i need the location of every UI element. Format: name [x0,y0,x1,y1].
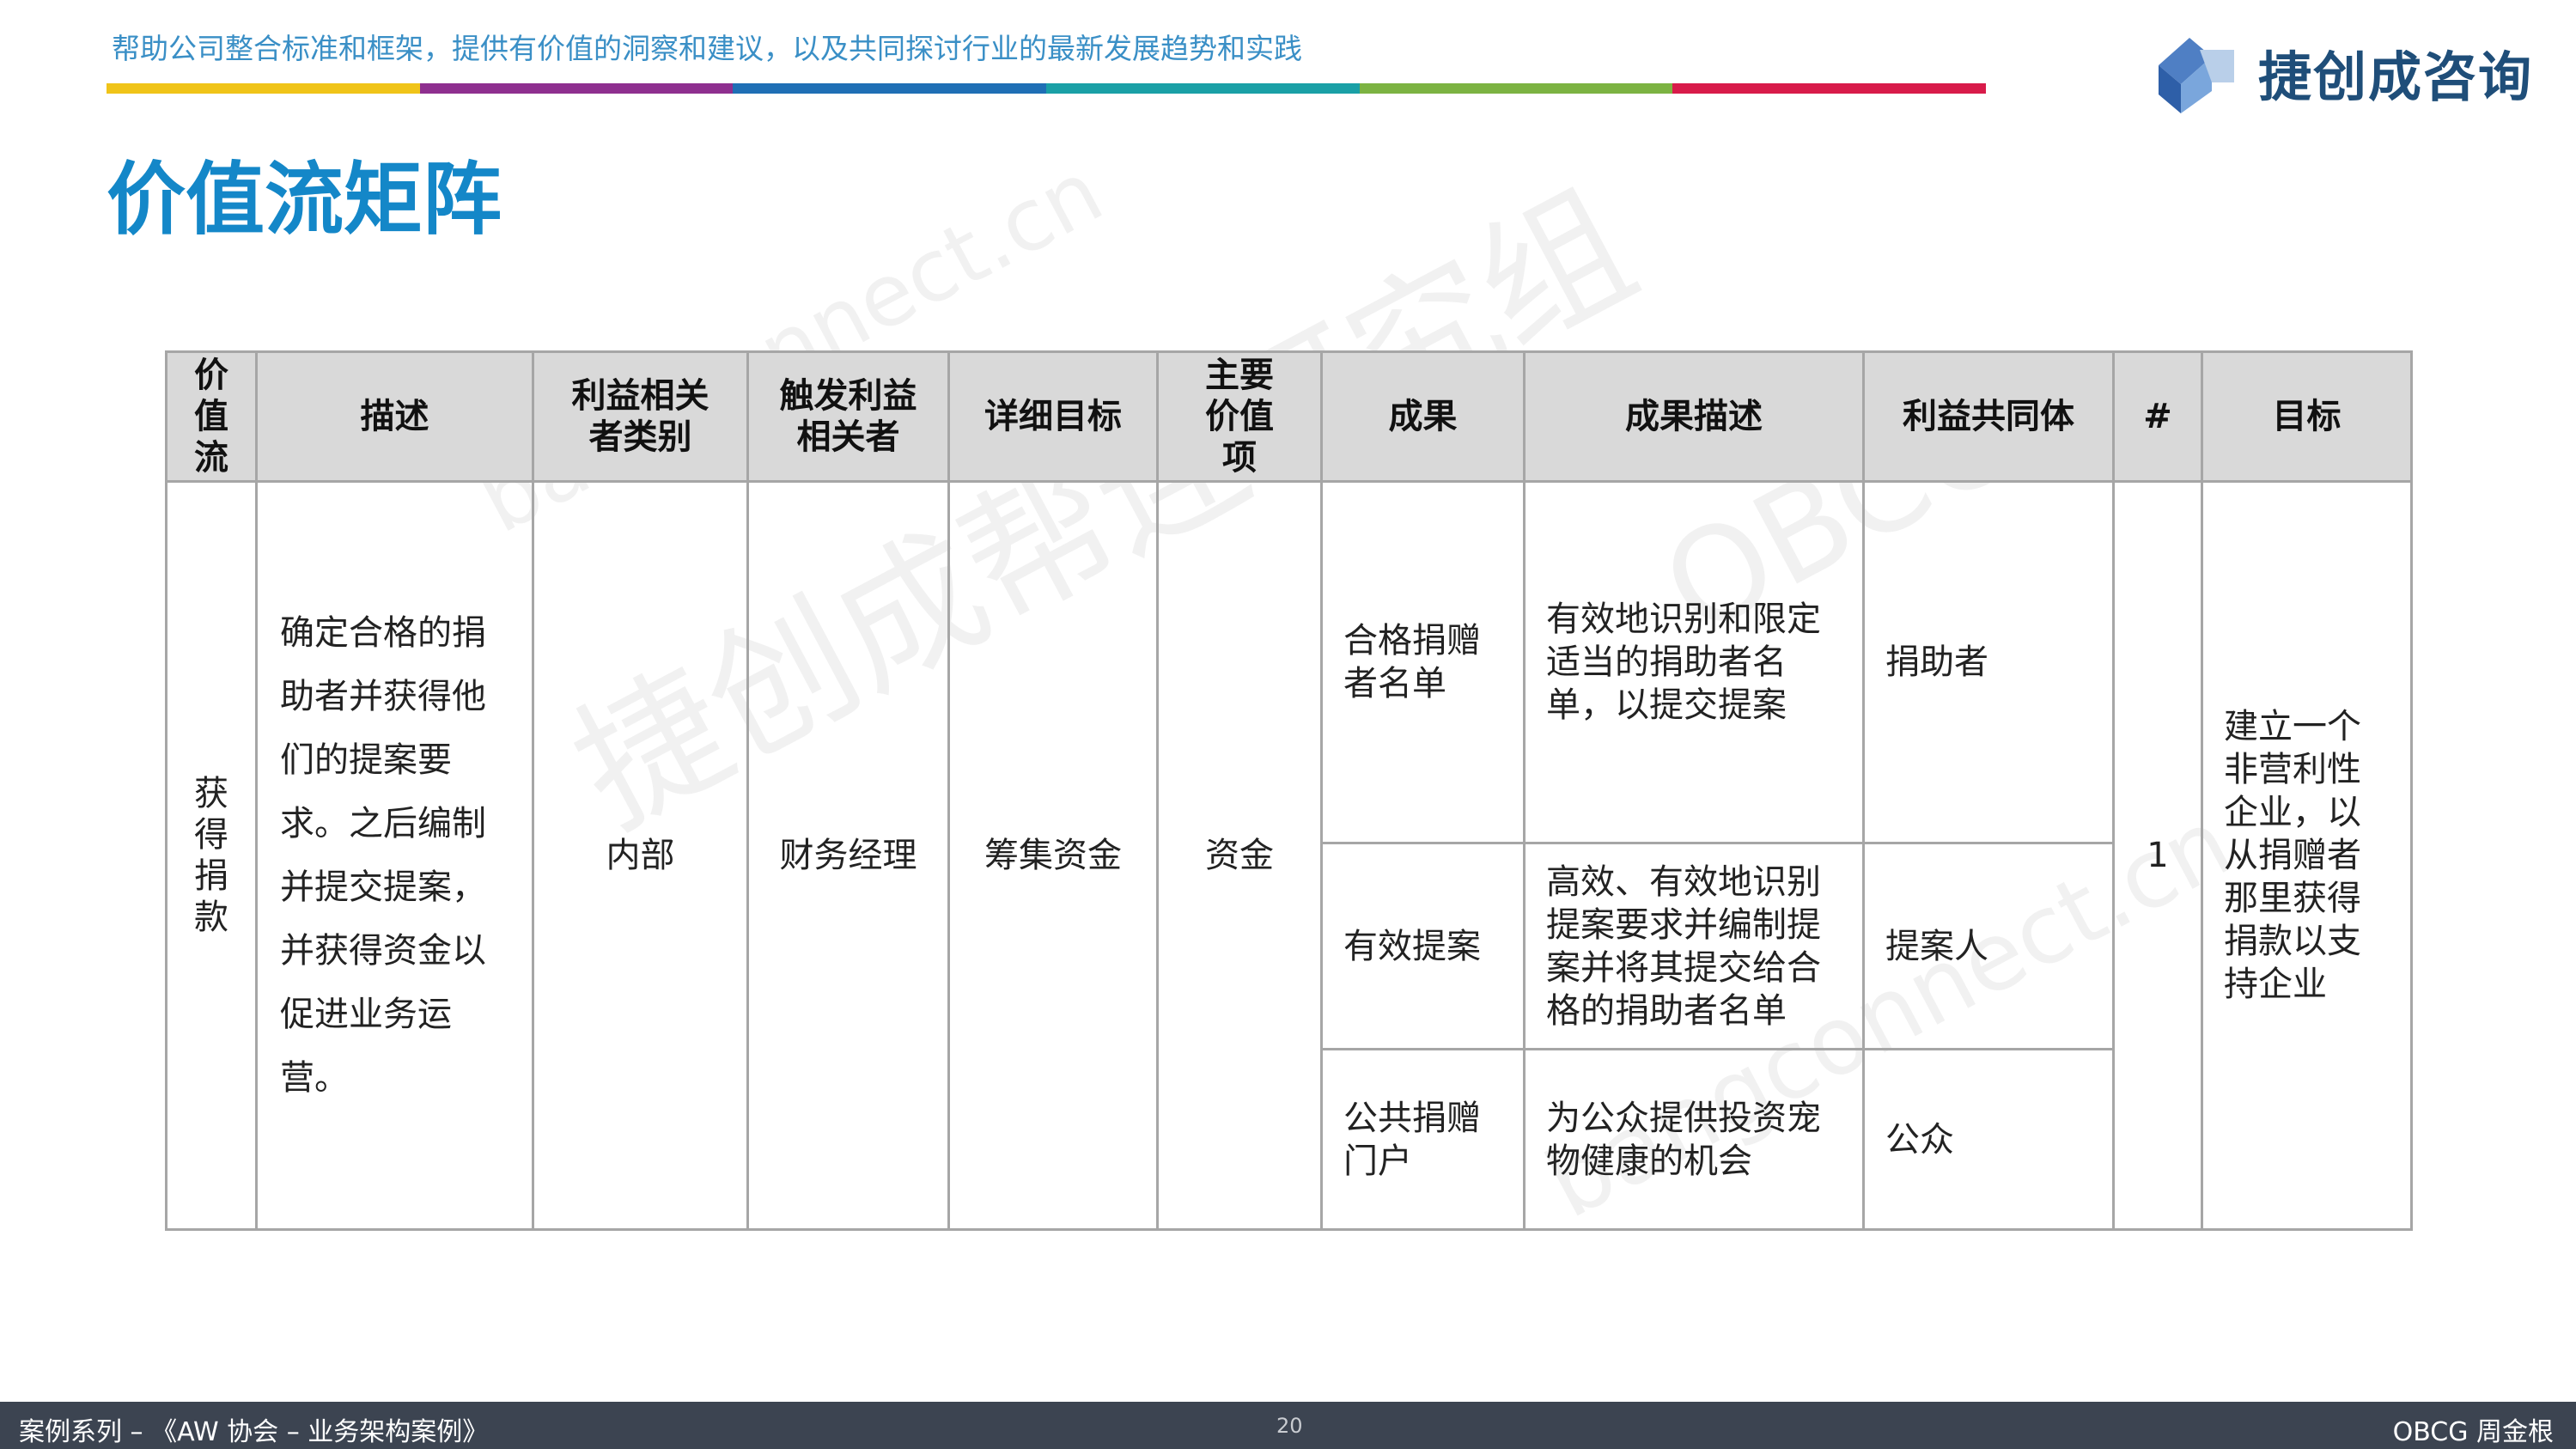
cell-community: 捐助者 [1862,480,2115,844]
cell-triggering-stakeholder: 财务经理 [746,480,950,1231]
page-number: 20 [1276,1414,1303,1438]
header-detailed-objective: 详细目标 [947,350,1159,483]
page-title: 价值流矩阵 [107,154,502,246]
header-description: 描述 [255,350,534,483]
cell-detailed-objective: 筹集资金 [947,480,1159,1231]
color-stripe [107,83,1987,94]
stripe-blue [733,83,1047,94]
header-outcome-description: 成果描述 [1523,350,1865,483]
cell-description: 确定合格的捐助者并获得他们的提案要求。之后编制并提交提案，并获得资金以促进业务运… [255,480,534,1231]
cell-community: 提案人 [1862,842,2115,1050]
stripe-green [1359,83,1673,94]
cell-outcome: 有效提案 [1320,842,1526,1050]
stripe-red [1672,83,1987,94]
header-goal: 目标 [2201,350,2413,483]
cell-outcome: 公共捐赠门户 [1320,1048,1526,1231]
footer-author: OBCG 周金根 [2392,1417,2554,1447]
header-number: # [2112,350,2203,483]
cell-number: 1 [2112,480,2203,1231]
table-header-row: 价值流 描述 利益相关者类别 触发利益相关者 详细目标 主要价值项 成果 成果描… [165,350,2413,483]
header-value-stream: 价值流 [165,350,258,483]
header-community: 利益共同体 [1862,350,2115,483]
value-stream-matrix-table: 价值流 描述 利益相关者类别 触发利益相关者 详细目标 主要价值项 成果 成果描… [165,350,2413,1231]
company-logo: 捷创成咨询 [2152,31,2547,113]
cell-value-item: 资金 [1156,480,1323,1231]
stripe-yellow [107,83,420,94]
cell-stakeholder-category: 内部 [532,480,749,1231]
header-triggering-stakeholder: 触发利益相关者 [746,350,950,483]
cube-logo-icon [2159,38,2234,113]
cell-outcome: 合格捐赠者名单 [1320,480,1526,844]
cell-outcome-description: 有效地识别和限定适当的捐助者名单，以提交提案 [1523,480,1865,844]
stripe-purple [419,83,734,94]
cell-outcome-description: 为公众提供投资宠物健康的机会 [1523,1048,1865,1231]
footer-bar: 案例系列 – 《AW 协会 – 业务架构案例》 20 OBCG 周金根 [0,1402,2576,1449]
stripe-teal [1046,83,1360,94]
header-value-item: 主要价值项 [1156,350,1323,483]
cell-goal: 建立一个非营利性企业，以从捐赠者那里获得捐款以支持企业 [2201,480,2413,1231]
header-stakeholder-category: 利益相关者类别 [532,350,749,483]
cell-value-stream: 获得捐款 [165,480,258,1231]
table-row: 获得捐款 确定合格的捐助者并获得他们的提案要求。之后编制并提交提案，并获得资金以… [165,480,2413,1231]
cell-community: 公众 [1862,1048,2115,1231]
header-tagline: 帮助公司整合标准和框架，提供有价值的洞察和建议，以及共同探讨行业的最新发展趋势和… [112,32,1302,65]
header-outcome: 成果 [1320,350,1526,483]
cell-outcome-description: 高效、有效地识别提案要求并编制提案并将其提交给合格的捐助者名单 [1523,842,1865,1050]
logo-text: 捷创成咨询 [2258,46,2534,108]
footer-series: 案例系列 – 《AW 协会 – 业务架构案例》 [19,1417,489,1447]
